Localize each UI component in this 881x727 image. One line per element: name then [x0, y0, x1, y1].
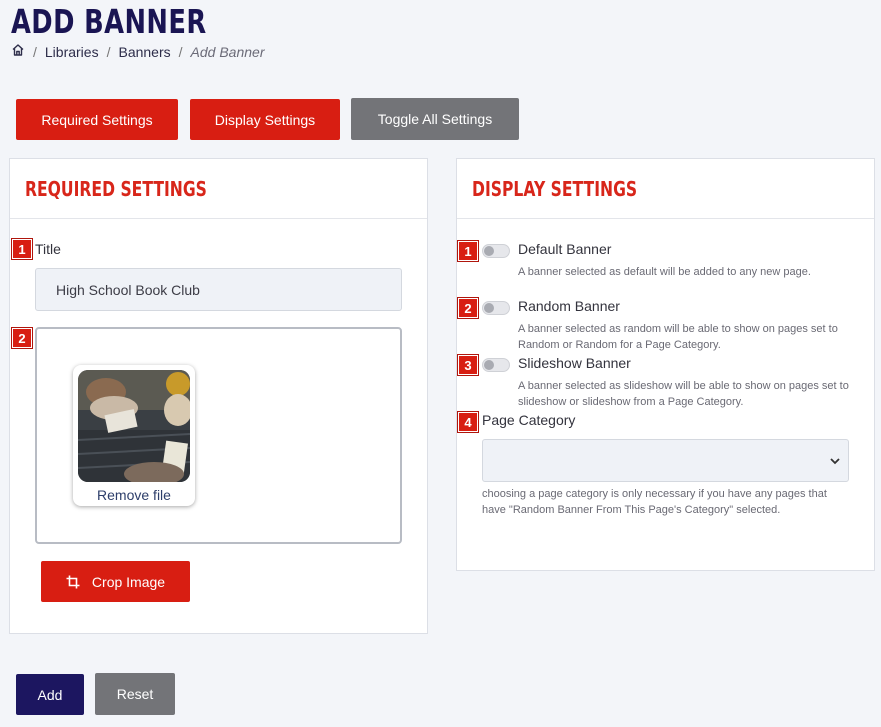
crop-image-button[interactable]: Crop Image: [41, 561, 190, 602]
step-badge: 1: [458, 241, 478, 261]
default-banner-label: Default Banner: [518, 241, 612, 257]
title-input[interactable]: [35, 268, 402, 311]
image-dropzone[interactable]: Remove file: [35, 327, 402, 544]
image-preview-card: Remove file: [73, 365, 195, 506]
page-category-select[interactable]: [482, 439, 849, 482]
page-title: ADD BANNER: [11, 2, 207, 41]
slideshow-banner-help: A banner selected as slideshow will be a…: [518, 380, 849, 408]
breadcrumb-libraries[interactable]: Libraries: [45, 44, 99, 60]
page-category-label: Page Category: [482, 412, 576, 428]
display-settings-button[interactable]: Display Settings: [190, 99, 340, 140]
reset-button[interactable]: Reset: [95, 673, 175, 715]
chevron-down-icon: [830, 458, 840, 465]
breadcrumb-separator: /: [178, 43, 183, 60]
add-button[interactable]: Add: [16, 674, 84, 715]
step-badge: 2: [458, 298, 478, 318]
slideshow-banner-label: Slideshow Banner: [518, 355, 631, 371]
random-banner-label: Random Banner: [518, 298, 620, 314]
image-thumbnail: [78, 370, 190, 482]
breadcrumb: / Libraries / Banners / Add Banner: [11, 43, 264, 60]
title-label: Title: [35, 241, 61, 257]
breadcrumb-banners[interactable]: Banners: [118, 44, 170, 60]
random-banner-help: A banner selected as random will be able…: [518, 323, 838, 351]
toggle-all-settings-button[interactable]: Toggle All Settings: [351, 98, 519, 140]
step-badge: 2: [12, 328, 32, 348]
breadcrumb-current: Add Banner: [190, 43, 265, 60]
home-icon[interactable]: [11, 43, 25, 60]
default-banner-toggle[interactable]: [482, 244, 510, 258]
display-settings-title: DISPLAY SETTINGS: [472, 176, 638, 201]
remove-file-link[interactable]: Remove file: [73, 487, 195, 503]
page-category-help: choosing a page category is only necessa…: [482, 488, 827, 516]
crop-icon: [66, 575, 80, 589]
step-badge: 4: [458, 412, 478, 432]
breadcrumb-separator: /: [106, 43, 111, 60]
slideshow-banner-toggle[interactable]: [482, 358, 510, 372]
crop-image-label: Crop Image: [91, 573, 166, 590]
step-badge: 1: [12, 239, 32, 259]
step-badge: 3: [458, 355, 478, 375]
required-settings-header: REQUIRED SETTINGS: [10, 159, 427, 219]
required-settings-button[interactable]: Required Settings: [16, 99, 178, 140]
random-banner-toggle[interactable]: [482, 301, 510, 315]
breadcrumb-separator: /: [33, 43, 37, 60]
display-settings-header: DISPLAY SETTINGS: [457, 159, 874, 219]
default-banner-help: A banner selected as default will be add…: [518, 266, 811, 278]
required-settings-title: REQUIRED SETTINGS: [25, 176, 207, 201]
